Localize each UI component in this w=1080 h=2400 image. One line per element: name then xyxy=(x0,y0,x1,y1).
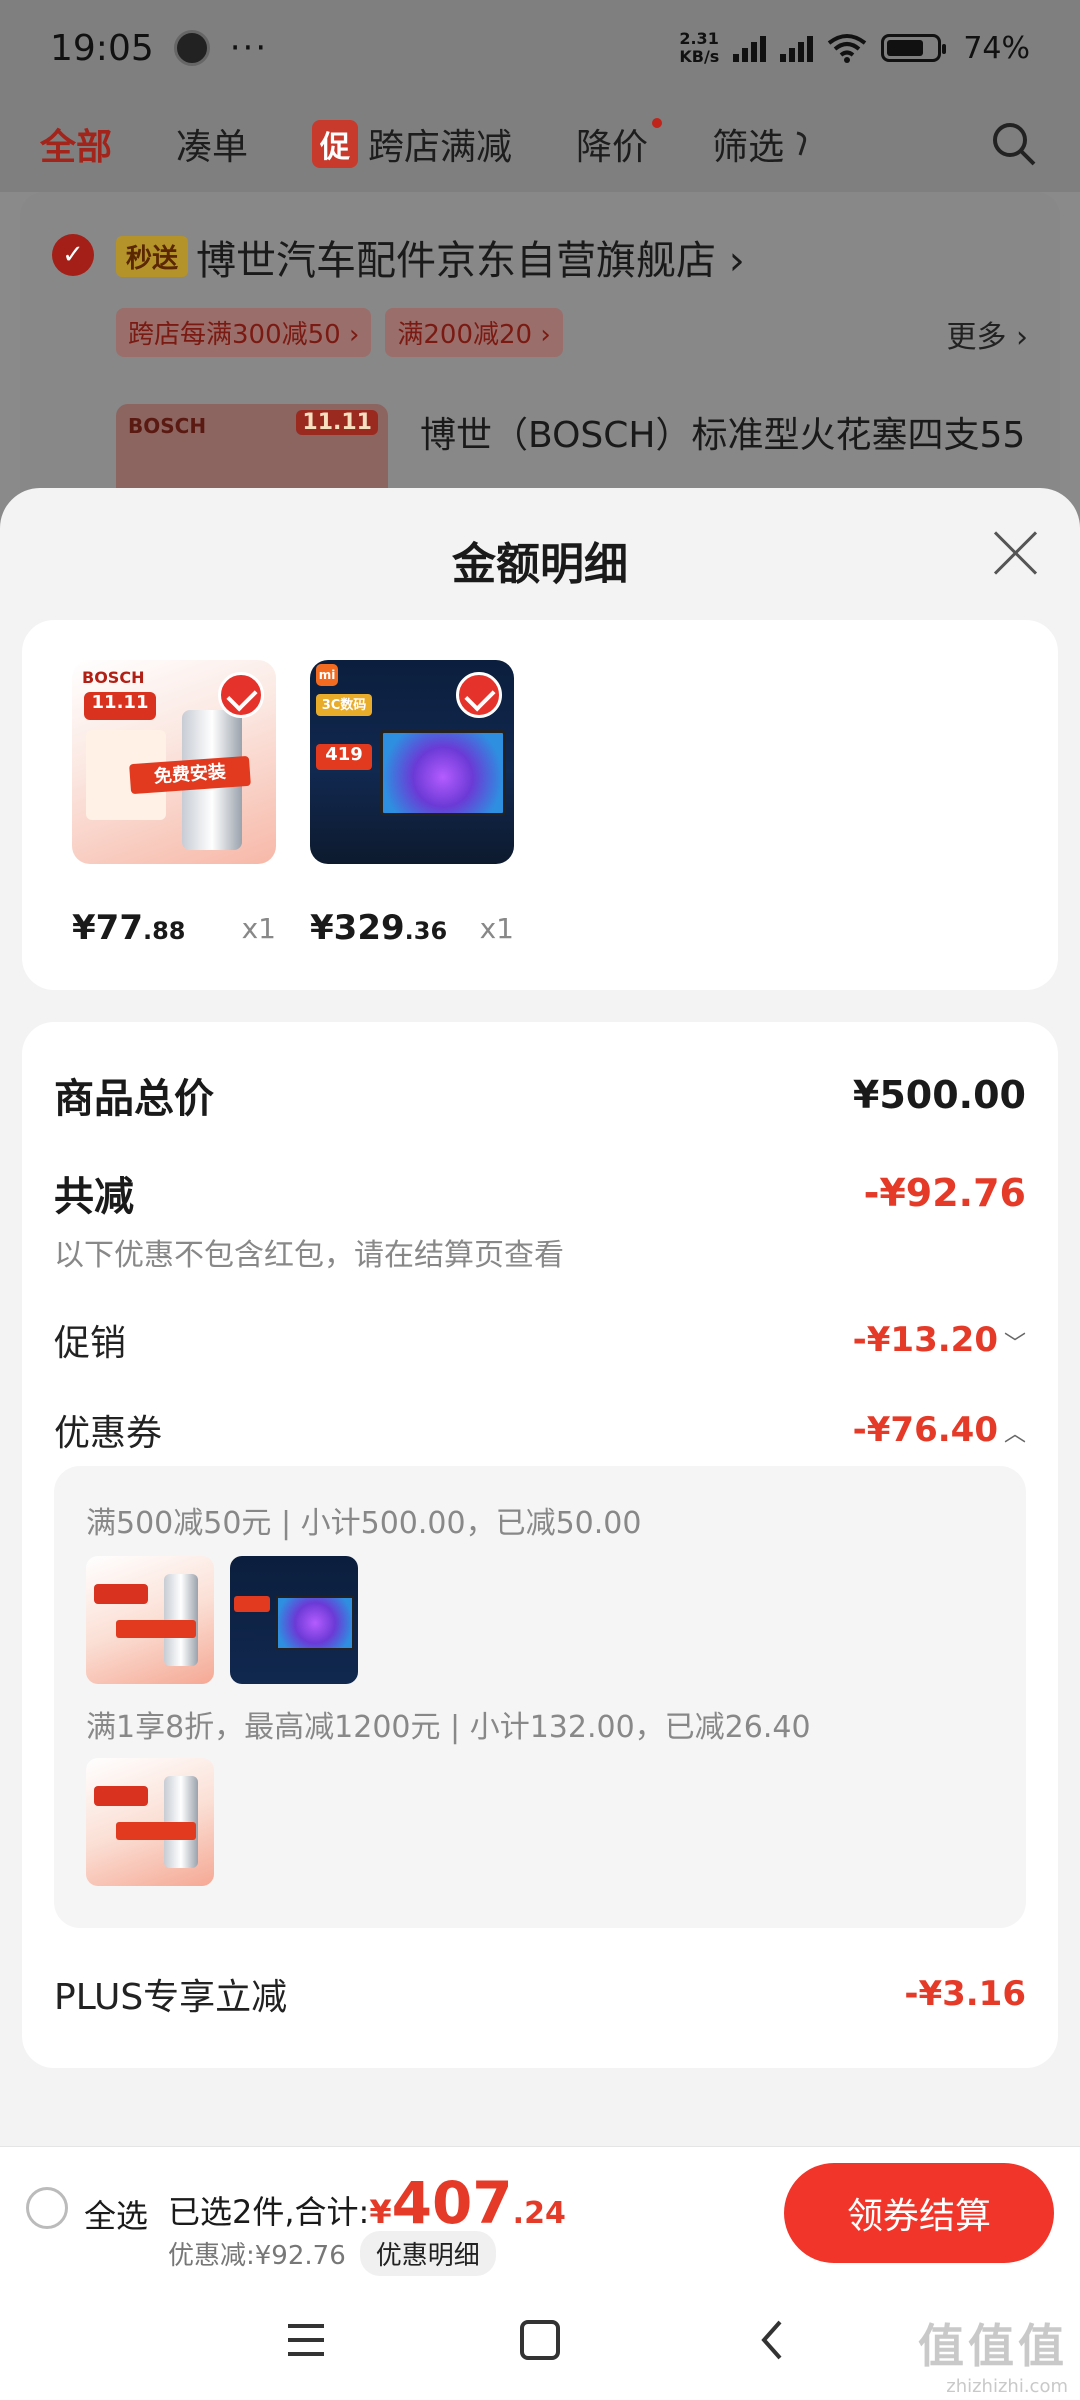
store-card: ✓ 秒送 博世汽车配件京东自营旗舰店 › 跨店每满300减50 › 满200减2… xyxy=(20,192,1060,524)
coupon-details: 满500减50元 | 小计500.00，已减50.00 满1享8折，最高减120… xyxy=(54,1466,1026,1928)
more-link[interactable]: 更多 › xyxy=(946,312,1028,356)
promo-label: 促销 xyxy=(54,1323,127,1364)
plus-discount-row: PLUS专享立减 -¥3.16 xyxy=(54,1968,1026,2020)
store-checkbox[interactable]: ✓ xyxy=(52,234,94,276)
cart-filter-tabs: 全部 凑单 促 跨店满减 降价 筛选 xyxy=(0,96,1080,192)
more-notifications-icon: ··· xyxy=(229,28,269,68)
item-price: ¥329.36 xyxy=(310,908,448,948)
signal-2-icon xyxy=(780,34,814,62)
coupon-label: 优惠券 xyxy=(54,1413,163,1454)
amount-detail-sheet: 金额明细 BOSCH 11.11 免费安装 ¥77.88 x1 mi 3C数码 … xyxy=(0,488,1080,2400)
check-icon xyxy=(218,672,264,718)
chevron-down-icon: ﹀ xyxy=(1003,1332,1026,1357)
select-all-radio[interactable] xyxy=(26,2187,68,2229)
redmi-monitor-image: mi 3C数码 419 xyxy=(310,660,514,864)
app-notification-icon xyxy=(173,30,210,66)
goods-total-row: 商品总价 ¥500.00 xyxy=(54,1066,1026,1124)
promo-tag[interactable]: 满200减20 › xyxy=(385,308,563,357)
network-speed: 2.31 KB/s xyxy=(679,29,720,66)
chevron-up-icon: ︿ xyxy=(1003,1422,1026,1447)
bosch-thumbnail xyxy=(86,1758,214,1886)
total-discount-label: 共减 xyxy=(54,1174,134,1220)
promo-row[interactable]: 促销 -¥13.20 ﹀ xyxy=(54,1314,1026,1366)
coupon-value: -¥76.40 xyxy=(852,1410,998,1450)
discount-note: 以下优惠不包含红包，请在结算页查看 xyxy=(54,1238,564,1273)
signal-1-icon xyxy=(733,34,767,62)
check-icon xyxy=(456,672,502,718)
filter-icon xyxy=(796,131,807,156)
tab-cross-store[interactable]: 促 跨店满减 xyxy=(312,118,512,170)
flash-delivery-badge: 秒送 xyxy=(116,236,189,277)
selected-item[interactable]: BOSCH 11.11 免费安装 ¥77.88 x1 xyxy=(72,660,276,948)
redmi-thumbnail xyxy=(230,1556,358,1684)
battery-percent: 74% xyxy=(963,30,1030,66)
tab-bundle[interactable]: 凑单 xyxy=(176,118,248,170)
battery-icon xyxy=(881,34,947,62)
discount-summary: 优惠减:¥92.76 优惠明细 xyxy=(168,2231,496,2276)
promo-value: -¥13.20 xyxy=(852,1320,998,1360)
discount-detail-button[interactable]: 优惠明细 xyxy=(359,2231,496,2276)
price-breakdown-card: 商品总价 ¥500.00 共减 -¥92.76 以下优惠不包含红包，请在结算页查… xyxy=(22,1022,1058,2068)
coupon-rule: 满500减50元 | 小计500.00，已减50.00 xyxy=(86,1506,642,1541)
plus-value: -¥3.16 xyxy=(904,1974,1026,2014)
search-icon[interactable] xyxy=(988,118,1040,170)
tab-filter[interactable]: 筛选 xyxy=(712,118,810,170)
store-name[interactable]: 博世汽车配件京东自营旗舰店 › xyxy=(196,228,745,286)
checkout-bar: 全选 已选2件,合计: ¥ 407 .24 优惠减:¥92.76 优惠明细 领券… xyxy=(0,2146,1080,2279)
selected-item[interactable]: mi 3C数码 419 ¥329.36 x1 xyxy=(310,660,514,948)
coupon-row[interactable]: 优惠券 -¥76.40 ︿ xyxy=(54,1404,1026,1456)
total-summary: 已选2件,合计: ¥ 407 .24 xyxy=(168,2169,566,2237)
product-title[interactable]: 博世（BOSCH）标准型火花塞四支55 xyxy=(420,406,1025,458)
promo-tag[interactable]: 跨店每满300减50 › xyxy=(116,308,372,357)
status-bar: 19:05 ··· 2.31 KB/s 74% xyxy=(0,0,1080,96)
home-icon[interactable] xyxy=(514,2314,566,2366)
clock: 19:05 xyxy=(50,27,154,69)
goods-total-label: 商品总价 xyxy=(54,1076,214,1122)
bosch-spark-plug-image: BOSCH 11.11 免费安装 xyxy=(72,660,276,864)
new-dot xyxy=(652,118,663,128)
plus-label: PLUS专享立减 xyxy=(54,1977,288,2018)
checkout-button[interactable]: 领券结算 xyxy=(784,2163,1054,2263)
close-icon[interactable] xyxy=(992,528,1040,576)
tab-price-drop[interactable]: 降价 xyxy=(576,118,663,170)
total-discount-row: 共减 -¥92.76 xyxy=(54,1164,1026,1222)
wifi-icon xyxy=(828,34,867,63)
item-quantity: x1 xyxy=(241,912,276,945)
back-icon[interactable] xyxy=(748,2314,800,2366)
coupon-rule: 满1享8折，最高减1200元 | 小计132.00，已减26.40 xyxy=(86,1710,811,1745)
item-quantity: x1 xyxy=(479,912,514,945)
sheet-title: 金额明细 xyxy=(452,539,628,590)
select-all-label[interactable]: 全选 xyxy=(84,2191,148,2237)
bosch-thumbnail xyxy=(86,1556,214,1684)
watermark: 值值值 zhizhizhi.com xyxy=(918,2319,1068,2397)
total-discount-value: -¥92.76 xyxy=(863,1171,1026,1215)
item-price: ¥77.88 xyxy=(72,908,186,948)
goods-total-value: ¥500.00 xyxy=(852,1073,1026,1117)
promo-chip: 促 xyxy=(312,120,359,168)
selected-items-card: BOSCH 11.11 免费安装 ¥77.88 x1 mi 3C数码 419 ¥… xyxy=(22,620,1058,990)
tab-all[interactable]: 全部 xyxy=(40,118,112,170)
menu-icon[interactable] xyxy=(280,2314,332,2366)
